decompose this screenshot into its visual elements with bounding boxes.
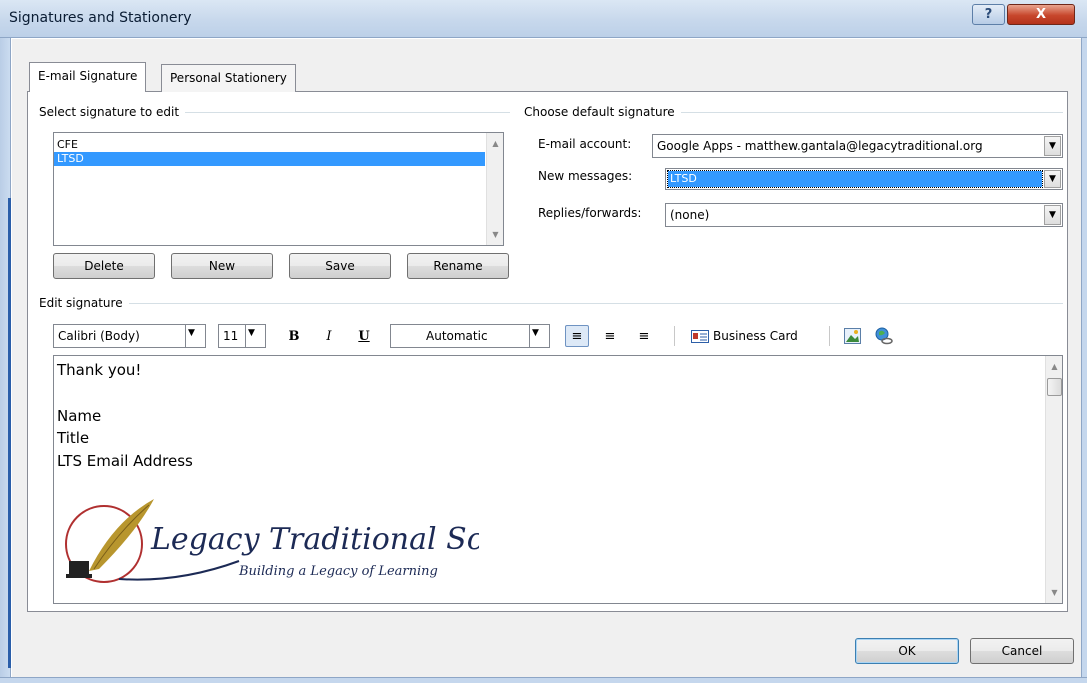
business-card-button[interactable]: Business Card bbox=[691, 325, 817, 347]
tab-label: Personal Stationery bbox=[170, 71, 287, 85]
scroll-down-icon[interactable]: ▼ bbox=[1046, 584, 1063, 601]
signature-line: Title bbox=[57, 429, 90, 447]
save-button[interactable]: Save bbox=[289, 253, 391, 279]
edit-signature-label: Edit signature bbox=[39, 296, 129, 310]
help-button[interactable]: ? bbox=[972, 4, 1005, 25]
color-select[interactable]: Automatic bbox=[390, 324, 530, 348]
rename-button[interactable]: Rename bbox=[407, 253, 509, 279]
select-signature-label: Select signature to edit bbox=[39, 105, 186, 119]
school-logo: Legacy Traditional School Building a Leg… bbox=[65, 499, 479, 583]
bold-button[interactable]: B bbox=[283, 325, 305, 347]
chevron-down-icon[interactable]: ▼ bbox=[1044, 205, 1061, 225]
signature-line: Name bbox=[57, 407, 102, 425]
chevron-down-icon[interactable]: ▼ bbox=[1044, 170, 1061, 188]
business-card-label: Business Card bbox=[713, 329, 798, 343]
list-item-cfe[interactable]: CFE bbox=[54, 138, 485, 152]
chevron-down-icon: ▼ bbox=[248, 328, 255, 338]
email-account-select[interactable]: Google Apps - matthew.gantala@legacytrad… bbox=[652, 134, 1063, 158]
scroll-up-icon[interactable]: ▲ bbox=[1046, 358, 1063, 375]
logo-name: Legacy Traditional School bbox=[150, 522, 479, 557]
chevron-down-icon: ▼ bbox=[532, 328, 539, 338]
delete-button[interactable]: Delete bbox=[53, 253, 155, 279]
picture-icon bbox=[843, 328, 861, 344]
align-left-button[interactable]: ≡ bbox=[565, 325, 589, 347]
toolbar-separator bbox=[674, 326, 675, 346]
signature-line: LTS Email Address bbox=[57, 452, 193, 470]
underline-button[interactable]: U bbox=[353, 325, 375, 347]
align-right-icon: ≡ bbox=[638, 328, 650, 344]
close-button[interactable]: X bbox=[1007, 4, 1075, 25]
scroll-up-icon[interactable]: ▲ bbox=[487, 135, 504, 152]
ok-button[interactable]: OK bbox=[855, 638, 959, 664]
close-icon: X bbox=[1035, 7, 1047, 22]
font-dropdown[interactable]: ▼ bbox=[186, 324, 206, 348]
list-item-ltsd[interactable]: LTSD bbox=[54, 152, 485, 166]
color-dropdown[interactable]: ▼ bbox=[530, 324, 550, 348]
align-right-button[interactable]: ≡ bbox=[632, 325, 656, 347]
italic-button[interactable]: I bbox=[318, 325, 340, 347]
signature-list[interactable]: CFE LTSD ▲ ▼ bbox=[53, 132, 504, 246]
tab-label: E-mail Signature bbox=[38, 69, 138, 83]
chevron-down-icon: ▼ bbox=[188, 328, 195, 338]
email-account-label: E-mail account: bbox=[538, 137, 632, 151]
email-account-value: Google Apps - matthew.gantala@legacytrad… bbox=[657, 139, 983, 153]
font-select[interactable]: Calibri (Body) bbox=[53, 324, 186, 348]
help-icon: ? bbox=[984, 7, 993, 22]
list-scrollbar[interactable]: ▲ ▼ bbox=[486, 133, 503, 245]
new-button[interactable]: New bbox=[171, 253, 273, 279]
font-size-value: 11 bbox=[223, 329, 239, 343]
scroll-down-icon[interactable]: ▼ bbox=[487, 226, 504, 243]
insert-hyperlink-button[interactable] bbox=[872, 325, 896, 347]
hyperlink-icon bbox=[875, 327, 893, 345]
cancel-button[interactable]: Cancel bbox=[970, 638, 1074, 664]
signature-line: Thank you! bbox=[57, 361, 142, 379]
color-value: Automatic bbox=[426, 329, 488, 343]
font-value: Calibri (Body) bbox=[58, 329, 140, 343]
window-title: Signatures and Stationery bbox=[9, 10, 192, 26]
chevron-down-icon[interactable]: ▼ bbox=[1044, 136, 1061, 156]
insert-picture-button[interactable] bbox=[840, 325, 864, 347]
new-messages-label: New messages: bbox=[538, 169, 633, 183]
window-frame-left bbox=[0, 38, 11, 683]
font-size-dropdown[interactable]: ▼ bbox=[246, 324, 266, 348]
editor-scrollbar[interactable]: ▲ ▼ bbox=[1045, 356, 1062, 603]
align-left-icon: ≡ bbox=[571, 328, 583, 344]
toolbar-separator bbox=[829, 326, 830, 346]
tab-personal-stationery[interactable]: Personal Stationery bbox=[161, 64, 296, 92]
replies-forwards-label: Replies/forwards: bbox=[538, 206, 642, 220]
window-frame-bottom bbox=[0, 677, 1087, 683]
new-messages-value: LTSD bbox=[667, 170, 1043, 188]
title-bar: Signatures and Stationery ? X bbox=[0, 0, 1087, 38]
new-messages-select[interactable]: LTSD ▼ bbox=[665, 168, 1063, 190]
signature-editor[interactable]: Thank you! Name Title LTS Email Address … bbox=[53, 355, 1063, 604]
replies-forwards-value: (none) bbox=[670, 208, 710, 222]
replies-forwards-select[interactable]: (none) ▼ bbox=[665, 203, 1063, 227]
tab-email-signature[interactable]: E-mail Signature bbox=[29, 62, 147, 92]
font-size-select[interactable]: 11 bbox=[218, 324, 246, 348]
scroll-thumb[interactable] bbox=[1047, 378, 1062, 396]
logo-tagline: Building a Legacy of Learning bbox=[238, 564, 438, 579]
align-center-button[interactable]: ≡ bbox=[598, 325, 622, 347]
choose-default-label: Choose default signature bbox=[524, 105, 681, 119]
business-card-icon bbox=[691, 329, 709, 343]
group-divider bbox=[40, 303, 1063, 304]
window-frame-right bbox=[1081, 38, 1087, 683]
align-center-icon: ≡ bbox=[604, 328, 616, 344]
